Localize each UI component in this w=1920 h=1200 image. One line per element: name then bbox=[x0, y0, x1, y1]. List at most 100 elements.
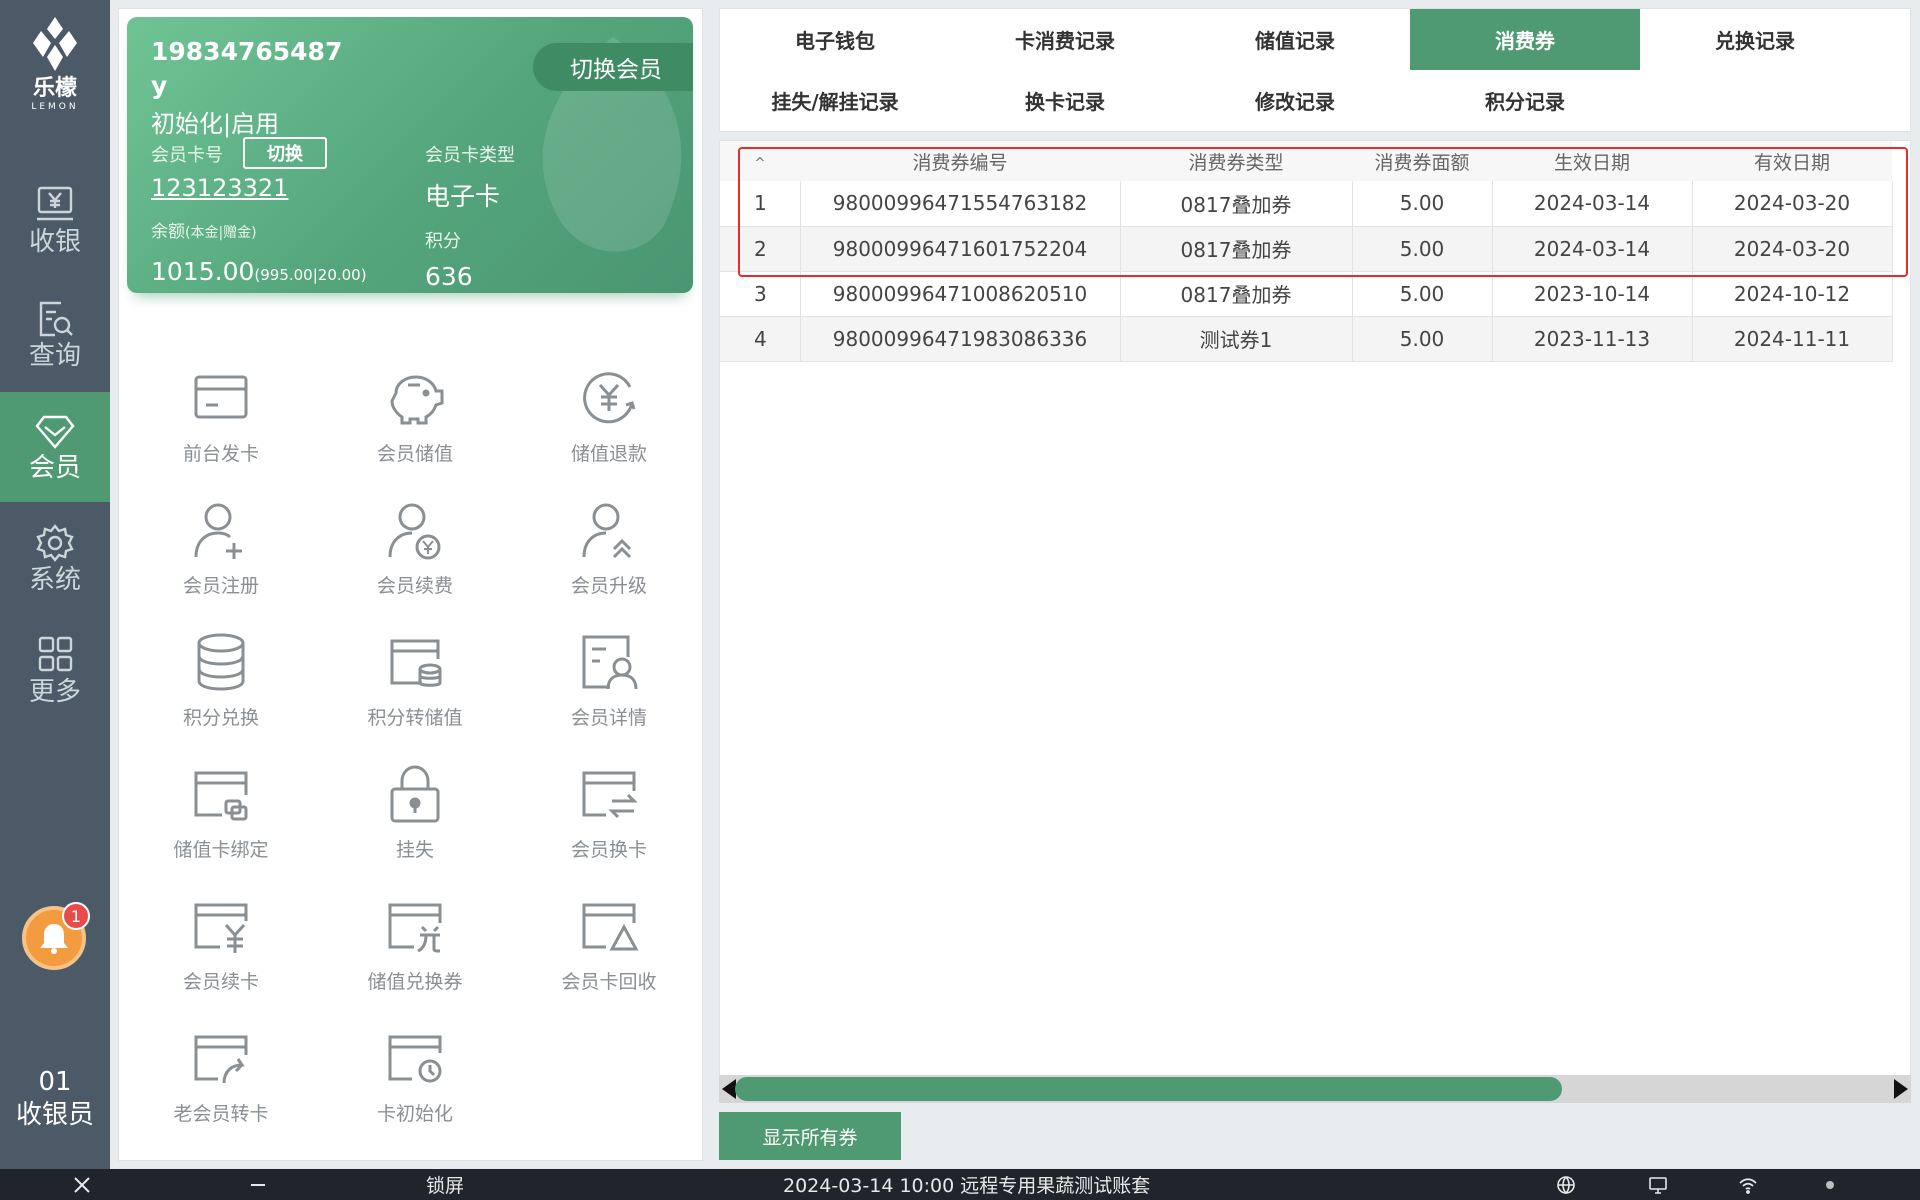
switch-card-button[interactable]: 切换 bbox=[243, 137, 327, 169]
func-card-initialize[interactable]: 卡初始化 bbox=[340, 1025, 490, 1135]
column-header-expiry-date[interactable]: 有效日期 bbox=[1692, 141, 1892, 181]
tab-modify-records[interactable]: 修改记录 bbox=[1180, 70, 1410, 131]
card-swap-icon bbox=[582, 771, 638, 819]
func-card-swap[interactable]: 会员换卡 bbox=[534, 761, 684, 871]
column-header-effective-date[interactable]: 生效日期 bbox=[1492, 141, 1692, 181]
func-points-redeem[interactable]: 积分兑换 bbox=[146, 629, 296, 739]
wifi-icon[interactable] bbox=[1738, 1169, 1758, 1200]
cell-coupon-value: 5.00 bbox=[1352, 316, 1493, 362]
nav-item-member[interactable]: 会员 bbox=[0, 392, 110, 502]
cell-expiry-date: 2024-11-11 bbox=[1692, 316, 1893, 362]
cashier-number: 01 bbox=[38, 1067, 72, 1097]
card-recycle-icon bbox=[582, 903, 639, 951]
refund-icon bbox=[583, 372, 636, 424]
func-member-register[interactable]: 会员注册 bbox=[146, 497, 296, 607]
func-old-member-transfer[interactable]: 老会员转卡 bbox=[146, 1025, 296, 1135]
column-header-coupon-type[interactable]: 消费券类型 bbox=[1120, 141, 1352, 181]
func-card-recycle[interactable]: 会员卡回收 bbox=[534, 893, 684, 1003]
user-upgrade-icon bbox=[582, 503, 632, 559]
table-row[interactable]: 2 98000996471601752204 0817叠加券 5.00 2024… bbox=[720, 226, 1893, 272]
tab-loss-records[interactable]: 挂失/解挂记录 bbox=[720, 70, 950, 131]
tab-points-records[interactable]: 积分记录 bbox=[1410, 70, 1640, 131]
cell-coupon-type: 0817叠加券 bbox=[1120, 271, 1353, 317]
table-row[interactable]: 1 98000996471554763182 0817叠加券 5.00 2024… bbox=[720, 181, 1893, 227]
member-icon bbox=[35, 415, 75, 449]
cell-coupon-value: 5.00 bbox=[1352, 181, 1493, 227]
close-icon[interactable] bbox=[72, 1169, 92, 1200]
gear-icon bbox=[36, 524, 74, 562]
func-report-loss[interactable]: 挂失 bbox=[340, 761, 490, 871]
func-label: 会员续费 bbox=[376, 575, 453, 597]
switch-member-button[interactable]: 切换会员 bbox=[533, 43, 693, 91]
column-header-index[interactable]: ^ bbox=[720, 141, 800, 181]
tab-coupons[interactable]: 消费券 bbox=[1410, 9, 1640, 70]
func-label: 会员卡回收 bbox=[561, 971, 657, 993]
card-exchange-icon bbox=[388, 903, 442, 953]
globe-icon[interactable] bbox=[1556, 1169, 1576, 1200]
sort-caret-icon: ^ bbox=[754, 156, 766, 171]
cell-index: 4 bbox=[720, 316, 801, 362]
cell-coupon-value: 5.00 bbox=[1352, 226, 1493, 272]
cell-expiry-date: 2024-03-20 bbox=[1692, 226, 1893, 272]
nav-item-cashier[interactable]: 收银 bbox=[0, 166, 110, 276]
func-member-renew[interactable]: 会员续费 bbox=[340, 497, 490, 607]
cell-coupon-no: 98000996471983086336 bbox=[800, 316, 1121, 362]
balance-total: 1015.00 bbox=[151, 257, 255, 286]
tab-card-swap-records[interactable]: 换卡记录 bbox=[950, 70, 1180, 131]
nav-item-query[interactable]: 查询 bbox=[0, 280, 110, 390]
table-row[interactable]: 4 98000996471983086336 测试券1 5.00 2023-11… bbox=[720, 316, 1893, 362]
show-all-coupons-button[interactable]: 显示所有券 bbox=[719, 1112, 901, 1160]
func-member-detail[interactable]: 会员详情 bbox=[534, 629, 684, 739]
scroll-left-arrow-icon[interactable] bbox=[722, 1079, 736, 1099]
balance-label-sub: (本金|赠金) bbox=[185, 225, 257, 241]
member-detail-icon bbox=[582, 635, 638, 690]
user-renew-icon bbox=[388, 503, 441, 560]
query-icon bbox=[39, 301, 73, 337]
func-label: 会员换卡 bbox=[570, 839, 647, 861]
cell-index: 2 bbox=[720, 226, 801, 272]
member-name: y bbox=[151, 71, 168, 100]
func-points-to-deposit[interactable]: 积分转储值 bbox=[340, 629, 490, 739]
cell-coupon-no: 98000996471554763182 bbox=[800, 181, 1121, 227]
tab-e-wallet[interactable]: 电子钱包 bbox=[720, 9, 950, 70]
tab-deposit-records[interactable]: 储值记录 bbox=[1180, 9, 1410, 70]
func-label: 会员续卡 bbox=[182, 971, 259, 993]
tab-card-consumption[interactable]: 卡消费记录 bbox=[950, 9, 1180, 70]
func-card-renew[interactable]: 会员续卡 bbox=[146, 893, 296, 1003]
card-number[interactable]: 123123321 bbox=[151, 174, 288, 202]
tab-redeem-records[interactable]: 兑换记录 bbox=[1640, 9, 1870, 70]
status-bar: 锁屏 2024-03-14 10:00 远程专用果蔬测试账套 bbox=[0, 1169, 1920, 1200]
brand-subtitle: LEMON bbox=[31, 102, 79, 112]
member-status: 初始化|启用 bbox=[151, 110, 280, 138]
scrollbar-thumb[interactable] bbox=[735, 1077, 1562, 1101]
func-label: 储值兑换券 bbox=[367, 971, 463, 993]
card-reset-icon bbox=[388, 1035, 442, 1083]
notification-bell[interactable]: 1 bbox=[22, 902, 90, 970]
cell-effective-date: 2023-10-14 bbox=[1492, 271, 1693, 317]
func-issue-card[interactable]: 前台发卡 bbox=[146, 365, 296, 475]
func-label: 老会员转卡 bbox=[173, 1103, 269, 1125]
func-deposit-refund[interactable]: 储值退款 bbox=[534, 365, 684, 475]
func-label: 卡初始化 bbox=[376, 1103, 453, 1125]
card-number-label: 会员卡号 bbox=[151, 145, 223, 166]
nav-item-system[interactable]: 系统 bbox=[0, 504, 110, 614]
nav-item-more[interactable]: 更多 bbox=[0, 616, 110, 726]
func-card-bind[interactable]: 储值卡绑定 bbox=[146, 761, 296, 871]
lock-screen-button[interactable]: 锁屏 bbox=[426, 1169, 464, 1200]
func-deposit-to-coupon[interactable]: 储值兑换券 bbox=[340, 893, 490, 1003]
monitor-icon[interactable] bbox=[1648, 1169, 1668, 1200]
horizontal-scrollbar[interactable] bbox=[719, 1075, 1911, 1103]
func-label: 前台发卡 bbox=[182, 443, 259, 465]
card-icon bbox=[194, 375, 248, 419]
table-row[interactable]: 3 98000996471008620510 0817叠加券 5.00 2023… bbox=[720, 271, 1893, 317]
column-header-coupon-no[interactable]: 消费券编号 bbox=[800, 141, 1120, 181]
scroll-right-arrow-icon[interactable] bbox=[1894, 1079, 1908, 1099]
record-tabs: 电子钱包 卡消费记录 储值记录 消费券 兑换记录 挂失/解挂记录 换卡记录 修改… bbox=[719, 8, 1911, 132]
func-member-upgrade[interactable]: 会员升级 bbox=[534, 497, 684, 607]
member-phone: 19834765487 bbox=[151, 37, 343, 66]
func-member-deposit[interactable]: 会员储值 bbox=[340, 365, 490, 475]
minimize-icon[interactable] bbox=[248, 1169, 268, 1200]
points-transfer-icon bbox=[390, 639, 442, 687]
column-header-coupon-value[interactable]: 消费券面额 bbox=[1352, 141, 1492, 181]
cell-effective-date: 2024-03-14 bbox=[1492, 226, 1693, 272]
